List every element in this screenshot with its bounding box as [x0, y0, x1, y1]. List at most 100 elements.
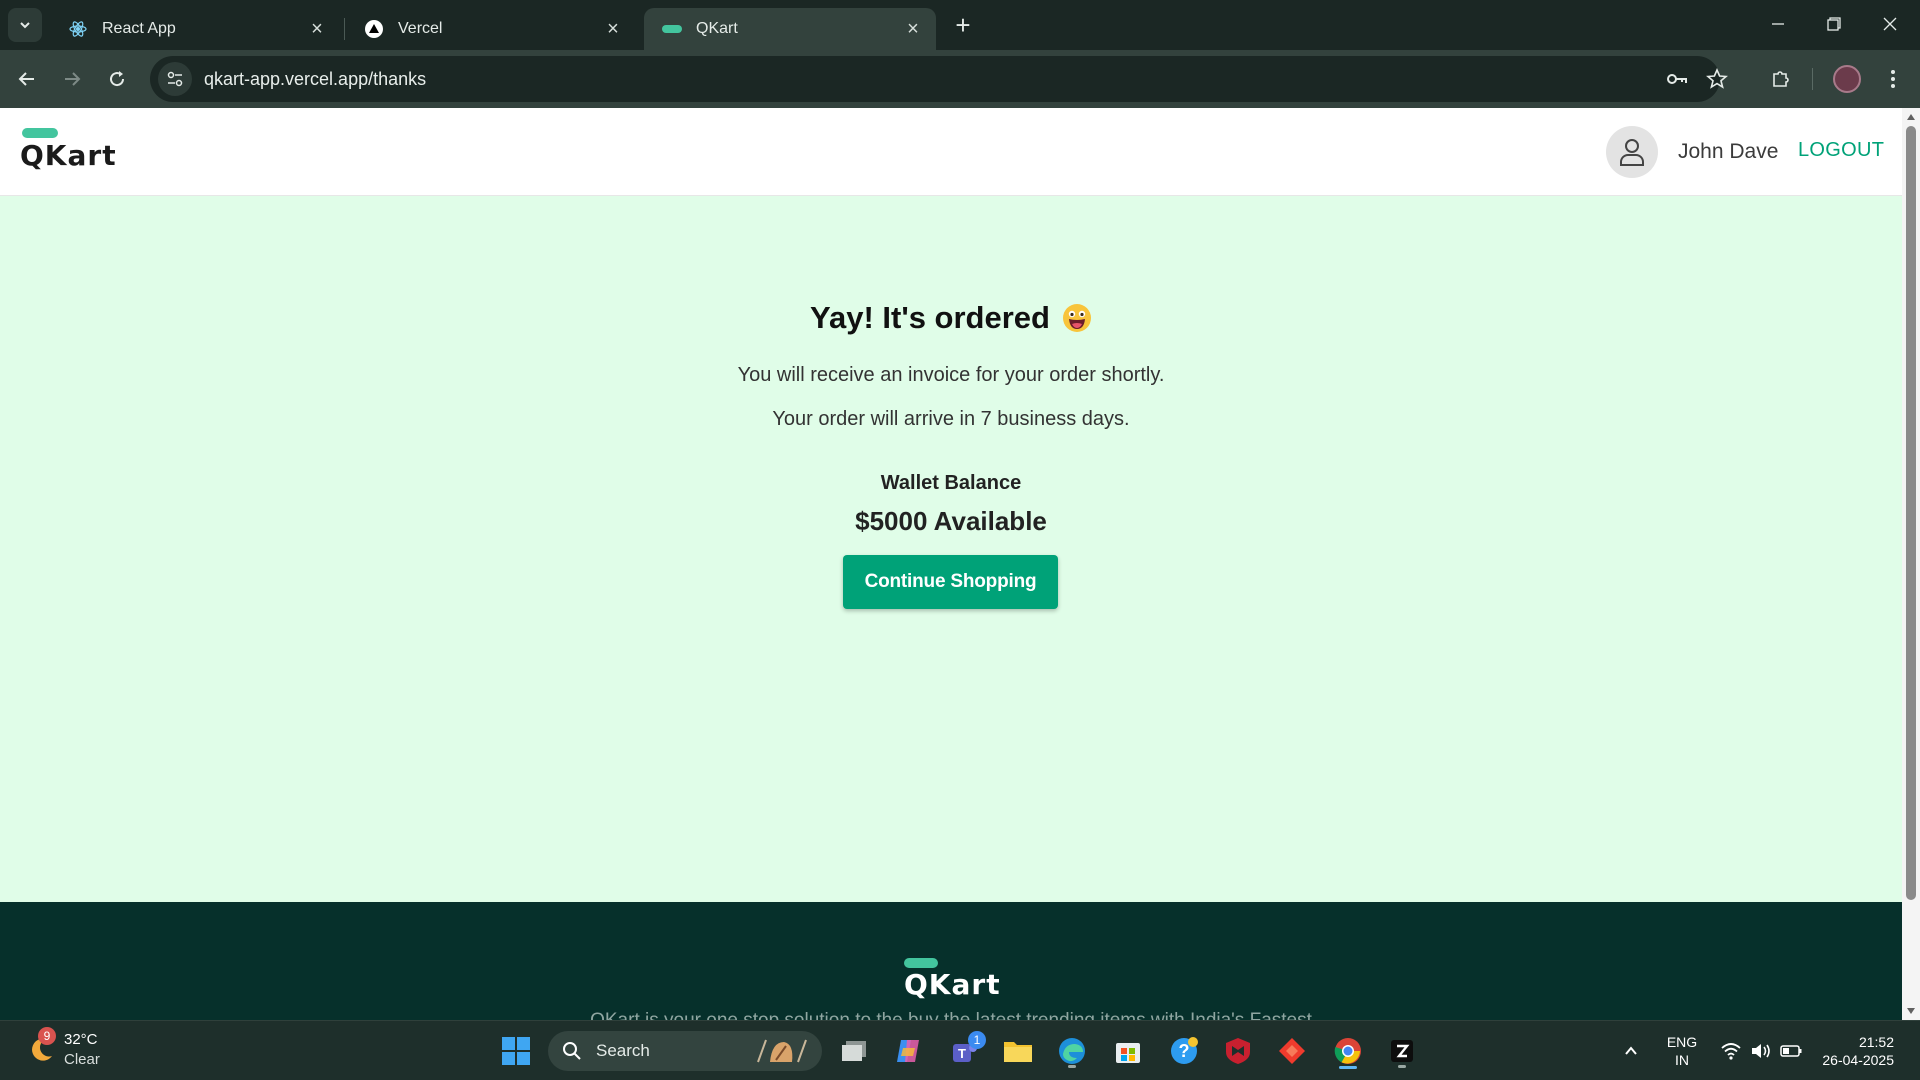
- user-icon: [1620, 139, 1644, 166]
- logo-bar: [22, 128, 58, 138]
- clock-time: 21:52: [1858, 1034, 1894, 1050]
- extensions-button[interactable]: [1764, 62, 1798, 96]
- thanks-content: Yay! It's ordered You will receive an in…: [0, 196, 1902, 902]
- anydesk-button[interactable]: [1272, 1031, 1312, 1071]
- reload-button[interactable]: [100, 62, 134, 96]
- copilot-icon: [897, 1040, 919, 1062]
- forward-button[interactable]: [55, 62, 89, 96]
- heading-text: Yay! It's ordered: [810, 300, 1050, 335]
- close-window-button[interactable]: [1862, 0, 1918, 48]
- restore-button[interactable]: [1806, 0, 1862, 48]
- tune-icon: [167, 71, 183, 87]
- tab-title: QKart: [696, 20, 738, 37]
- file-explorer-button[interactable]: [998, 1031, 1038, 1071]
- svg-text:T: T: [958, 1046, 966, 1061]
- browser-menu-button[interactable]: [1876, 62, 1910, 96]
- delivery-message: Your order will arrive in 7 business day…: [772, 408, 1130, 430]
- teams-button[interactable]: T 1: [944, 1031, 986, 1071]
- windows-taskbar: 9 32°C Clear Search T 1 ? ENG IN 21:52 2…: [0, 1020, 1920, 1080]
- store-icon: [1116, 1043, 1140, 1063]
- chrome-icon: [1334, 1038, 1361, 1064]
- start-button[interactable]: [496, 1031, 536, 1071]
- new-tab-button[interactable]: +: [948, 10, 978, 40]
- restore-icon: [1827, 17, 1841, 31]
- input-language[interactable]: ENG IN: [1662, 1033, 1702, 1069]
- terminal-button[interactable]: [1382, 1031, 1422, 1071]
- help-icon: ?: [1171, 1037, 1198, 1064]
- address-bar[interactable]: qkart-app.vercel.app/thanks: [150, 56, 1728, 102]
- language-code: ENG: [1666, 1034, 1698, 1050]
- battery-icon: [1780, 1045, 1802, 1057]
- running-indicator: [1068, 1065, 1076, 1068]
- qkart-logo[interactable]: QKart: [20, 128, 117, 172]
- username: John Dave: [1678, 140, 1779, 163]
- chrome-button[interactable]: [1328, 1031, 1368, 1071]
- page-scrollbar[interactable]: [1902, 108, 1920, 1020]
- continue-shopping-button[interactable]: Continue Shopping: [843, 555, 1058, 609]
- volume-icon: [1752, 1044, 1770, 1058]
- diamond-icon: [1279, 1038, 1305, 1064]
- scroll-down-icon[interactable]: [1906, 1006, 1916, 1016]
- tab-react-app[interactable]: React App ×: [50, 8, 340, 50]
- close-icon[interactable]: ×: [902, 18, 924, 40]
- task-view-icon: [842, 1041, 866, 1061]
- search-icon: [563, 1042, 581, 1060]
- site-info-button[interactable]: [158, 62, 192, 96]
- logo-text: QKart: [904, 968, 1001, 1001]
- copilot-button[interactable]: [888, 1031, 928, 1071]
- grinning-emoji-icon: [1062, 304, 1091, 332]
- qkart-icon: [662, 19, 682, 39]
- teams-badge: 1: [968, 1031, 986, 1049]
- clock-date: 26-04-2025: [1822, 1052, 1894, 1068]
- weather-badge: 9: [38, 1027, 56, 1045]
- task-view-button[interactable]: [834, 1031, 874, 1071]
- tab-search-button[interactable]: [8, 8, 42, 42]
- region-code: IN: [1675, 1052, 1689, 1068]
- browser-toolbar: qkart-app.vercel.app/thanks: [0, 50, 1920, 108]
- site-header: QKart John Dave LOGOUT: [0, 108, 1902, 196]
- mcafee-button[interactable]: [1218, 1031, 1258, 1071]
- close-icon[interactable]: ×: [306, 18, 328, 40]
- bookmark-button[interactable]: [1702, 64, 1732, 94]
- store-button[interactable]: [1108, 1031, 1148, 1071]
- running-indicator: [1398, 1065, 1406, 1068]
- edge-icon: [1059, 1038, 1085, 1064]
- windows-logo-icon: [502, 1037, 530, 1065]
- reload-icon: [110, 71, 125, 87]
- weather-temperature[interactable]: 32°C: [64, 1031, 98, 1048]
- tab-title: React App: [102, 20, 176, 37]
- footer-logo: QKart: [904, 958, 1001, 1001]
- user-avatar: [1606, 126, 1658, 178]
- minimize-button[interactable]: [1750, 0, 1806, 48]
- close-icon[interactable]: ×: [602, 18, 624, 40]
- back-button[interactable]: [10, 62, 44, 96]
- logout-button[interactable]: LOGOUT: [1798, 139, 1884, 162]
- quick-settings-button[interactable]: [1716, 1031, 1806, 1071]
- weather-condition[interactable]: Clear: [64, 1051, 100, 1068]
- scroll-up-icon[interactable]: [1906, 112, 1916, 122]
- active-indicator: [1339, 1066, 1357, 1069]
- help-button[interactable]: ?: [1164, 1031, 1204, 1071]
- taskbar-clock[interactable]: 21:52 26-04-2025: [1810, 1033, 1894, 1069]
- profile-button[interactable]: [1830, 62, 1864, 96]
- wifi-icon: [1721, 1043, 1741, 1060]
- puzzle-icon: [1773, 71, 1789, 87]
- close-icon: [1883, 17, 1897, 31]
- url-text: qkart-app.vercel.app/thanks: [204, 68, 427, 89]
- scrollbar-thumb[interactable]: [1906, 126, 1916, 900]
- search-highlight-icon: [757, 1039, 807, 1063]
- back-arrow-icon: [18, 72, 34, 86]
- wallet-balance-label: Wallet Balance: [880, 472, 1022, 494]
- password-key-button[interactable]: [1662, 64, 1692, 94]
- star-icon: [1706, 68, 1728, 89]
- invoice-message: You will receive an invoice for your ord…: [737, 364, 1165, 386]
- tab-vercel[interactable]: Vercel ×: [346, 8, 636, 50]
- vercel-icon: [364, 19, 384, 39]
- app-icon: [1391, 1040, 1413, 1062]
- edge-button[interactable]: [1052, 1031, 1092, 1071]
- chevron-up-icon: [1625, 1046, 1637, 1055]
- toolbar-divider: [1812, 68, 1813, 90]
- show-hidden-icons-button[interactable]: [1616, 1031, 1646, 1071]
- tab-qkart[interactable]: QKart ×: [644, 8, 936, 50]
- taskbar-search[interactable]: Search: [548, 1031, 822, 1071]
